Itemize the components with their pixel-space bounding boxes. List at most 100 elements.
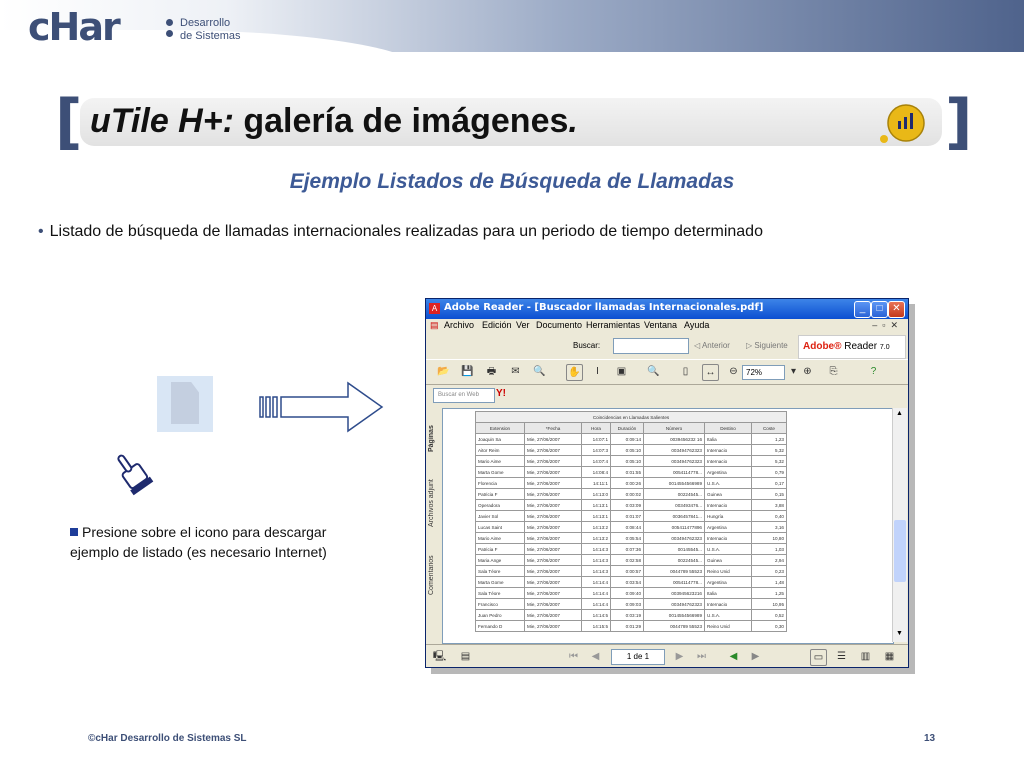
select-text-icon[interactable]: I: [590, 364, 605, 379]
web-search-input[interactable]: Buscar en Web: [433, 388, 495, 403]
fit-width-icon[interactable]: ↔: [702, 364, 719, 381]
find-icon[interactable]: 🔍: [532, 364, 547, 379]
download-instruction: Presione sobre el icono para descargar e…: [70, 522, 340, 562]
open-folder-icon[interactable]: 📂: [436, 364, 451, 379]
table-cell: 0:00:57: [610, 565, 644, 577]
table-cell: Mie, 27/06/2007: [524, 565, 582, 577]
table-cell: 14:13:1: [581, 499, 611, 511]
table-row: Patricia F Mie, 27/06/2007 14:13:0 0:00:02 0…: [475, 488, 787, 500]
scroll-down-icon[interactable]: ▼: [896, 630, 903, 637]
maximize-button[interactable]: □: [871, 301, 888, 318]
table-row: Javier Sol Mie, 27/06/2007 14:13:1 0:01:07 0…: [475, 510, 787, 522]
next-page-icon[interactable]: ▶: [672, 649, 687, 664]
table-cell: Mie, 27/06/2007: [524, 587, 582, 599]
table-cell: Hungría: [704, 510, 752, 522]
table-cell: Joaquin Sa: [475, 433, 525, 445]
menu-ver[interactable]: Ver: [516, 320, 530, 330]
table-cell: 1,03: [751, 543, 787, 555]
table-cell: Internacio: [704, 598, 752, 610]
close-button[interactable]: ✕: [888, 301, 905, 318]
window-title-bar[interactable]: A Adobe Reader - [Buscador llamadas Inte…: [426, 299, 908, 319]
status-bar: 🖳 ▤ ⏮ ◀ 1 de 1 ▶ ⏭ ◀ ▶ ▭ ☰ ▥ ▦: [426, 644, 908, 667]
fit-page-icon[interactable]: ▯: [678, 364, 693, 379]
hand-tool-icon[interactable]: ✋: [566, 364, 583, 381]
facing-icon[interactable]: ▥: [858, 649, 873, 664]
save-icon[interactable]: 💾: [460, 364, 475, 379]
print-icon[interactable]: 🖶: [484, 364, 499, 379]
table-cell: 0:03:09: [610, 499, 644, 511]
forward-icon[interactable]: ▶: [748, 649, 763, 664]
table-cell: 003494762323: [643, 444, 705, 456]
minimize-button[interactable]: _: [854, 301, 871, 318]
tab-paginas[interactable]: Páginas: [428, 414, 440, 464]
table-cell: Operadora: [475, 499, 525, 511]
table-cell: Internacio: [704, 532, 752, 544]
search-input[interactable]: [613, 338, 689, 354]
help-icon[interactable]: ?: [866, 364, 881, 379]
previous-result-button[interactable]: ◁ Anterior: [694, 341, 730, 350]
zoom-out-icon[interactable]: ⊖: [726, 364, 741, 379]
vertical-scrollbar[interactable]: ▲ ▼: [892, 408, 907, 642]
scroll-up-icon[interactable]: ▲: [896, 410, 903, 417]
document-menu-icon[interactable]: ▤: [430, 320, 439, 331]
brand-name: Adobe: [803, 341, 835, 352]
table-cell: 003494762323: [643, 598, 705, 610]
table-row: Marta Gome Mie, 27/06/2007 14:08:4 0:01:55 0…: [475, 466, 787, 478]
back-icon[interactable]: ◀: [726, 649, 741, 664]
right-arrow-icon: [259, 381, 384, 433]
zoom-dropdown-icon[interactable]: ▾: [786, 364, 801, 379]
table-cell: 14:14:4: [581, 576, 611, 588]
table-cell: Reino Unid: [704, 620, 752, 632]
menu-documento[interactable]: Documento: [536, 320, 582, 330]
zoom-level-select[interactable]: 72%: [742, 365, 785, 380]
zoom-in-icon[interactable]: ⊕: [800, 364, 815, 379]
column-header: Extension: [475, 422, 525, 434]
table-cell: 0:03:54: [610, 576, 644, 588]
calls-table: Coincidencias en Llamadas Salientes Exte…: [475, 411, 787, 632]
scrollbar-thumb[interactable]: [894, 520, 906, 582]
pdf-document-view[interactable]: Coincidencias en Llamadas Salientes Exte…: [442, 408, 894, 644]
tab-archivos-adjuntos[interactable]: Archivos adjunt: [428, 468, 440, 538]
snapshot-icon[interactable]: ▣: [614, 364, 629, 379]
monitor-icon[interactable]: 🖳: [432, 649, 447, 664]
table-cell: 0,52: [751, 609, 787, 621]
continuous-facing-icon[interactable]: ▦: [882, 649, 897, 664]
menu-herramientas[interactable]: Herramientas: [586, 320, 640, 330]
document-window-controls[interactable]: –▫✕: [872, 320, 903, 331]
email-icon[interactable]: ✉: [508, 364, 523, 379]
next-result-button[interactable]: ▷ Siguiente: [746, 341, 788, 350]
table-cell: Mie, 27/06/2007: [524, 488, 582, 500]
page-indicator[interactable]: 1 de 1: [611, 649, 665, 665]
table-cell: Italia: [704, 433, 752, 445]
single-page-icon[interactable]: ▭: [810, 649, 827, 666]
table-cell: Mario Aime: [475, 455, 525, 467]
menu-ayuda[interactable]: Ayuda: [684, 320, 709, 330]
first-page-icon[interactable]: ⏮: [566, 649, 581, 664]
previous-page-icon[interactable]: ◀: [588, 649, 603, 664]
page-title: uTile H+: galería de imágenes.: [90, 100, 578, 142]
table-cell: 0014554566989: [643, 609, 705, 621]
table-cell: Mie, 27/06/2007: [524, 444, 582, 456]
document-icon[interactable]: ▤: [458, 649, 473, 664]
table-cell: 0:05:10: [610, 444, 644, 456]
navigation-panel-tabs: Páginas Archivos adjunt Comentarios: [426, 408, 442, 642]
rotate-icon[interactable]: ⎘: [826, 364, 841, 379]
table-cell: Mie, 27/06/2007: [524, 598, 582, 610]
logo-sub-line2: de Sistemas: [180, 30, 241, 42]
table-cell: 14:14:4: [581, 587, 611, 599]
table-row: Mario Aime Mie, 27/06/2007 14:07:4 0:05:10 0…: [475, 455, 787, 467]
table-cell: 5,32: [751, 455, 787, 467]
table-cell: Lucas Saint: [475, 521, 525, 533]
last-page-icon[interactable]: ⏭: [694, 649, 709, 664]
menu-archivo[interactable]: Archivo: [444, 320, 474, 330]
table-cell: 0,15: [751, 488, 787, 500]
table-cell: 0,23: [751, 565, 787, 577]
continuous-icon[interactable]: ☰: [834, 649, 849, 664]
right-bracket: ]: [945, 87, 973, 157]
yahoo-icon[interactable]: Y!: [496, 388, 506, 399]
menu-edicion[interactable]: Edición: [482, 320, 512, 330]
tab-comentarios[interactable]: Comentarios: [428, 548, 440, 603]
menu-ventana[interactable]: Ventana: [644, 320, 677, 330]
download-document-icon[interactable]: [157, 376, 213, 432]
zoom-icon[interactable]: 🔍: [646, 364, 661, 379]
